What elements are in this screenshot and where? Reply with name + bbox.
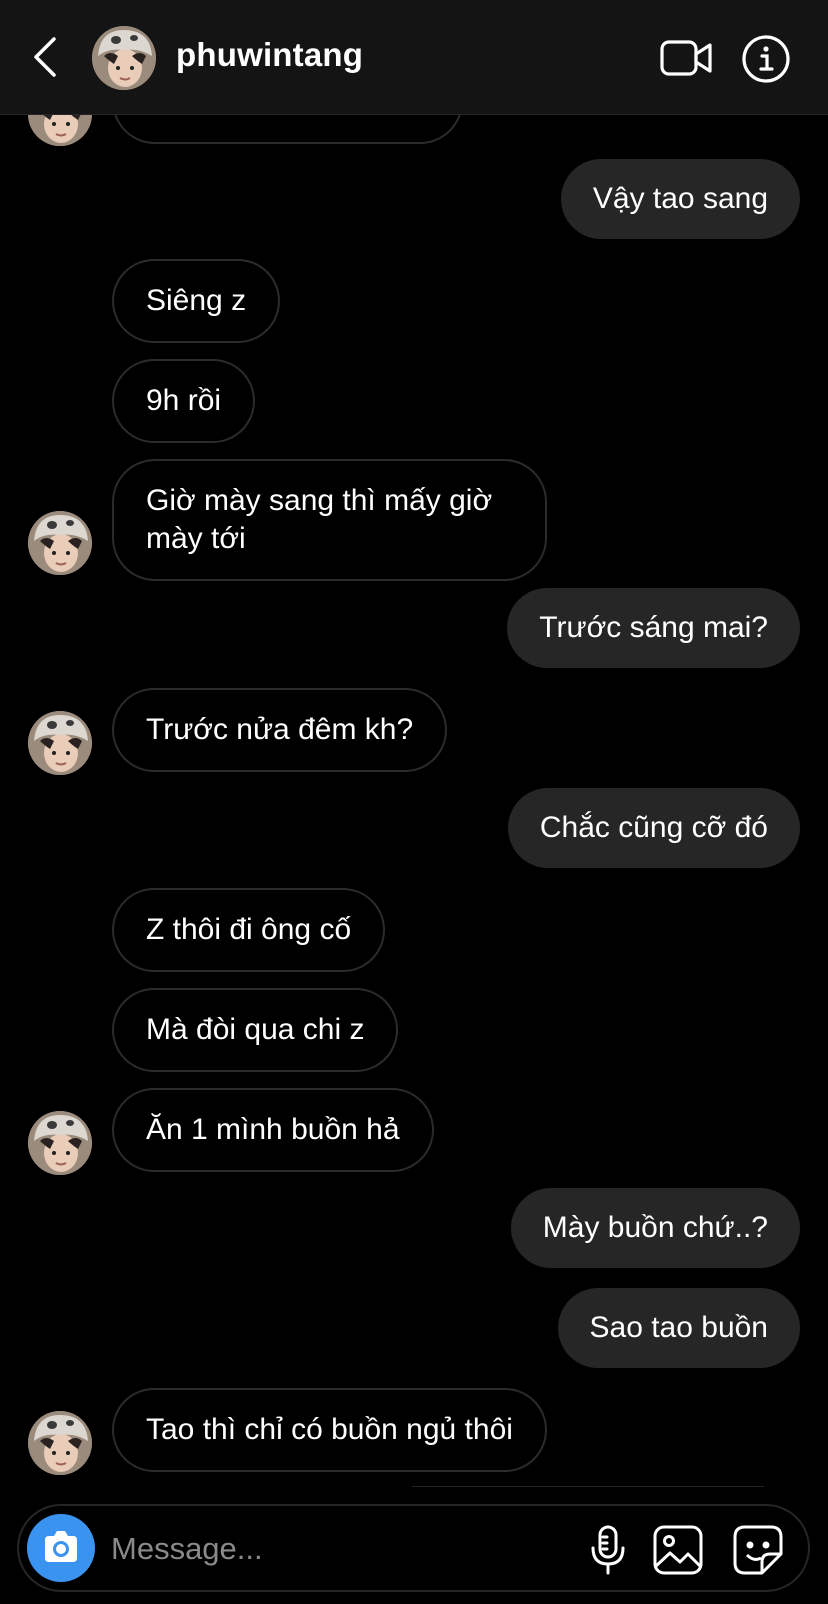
message-input[interactable]	[109, 1520, 553, 1578]
sticker-icon	[733, 1525, 783, 1575]
message-incoming[interactable]	[112, 114, 463, 144]
camera-icon	[45, 1531, 77, 1562]
chevron-left-icon	[34, 37, 56, 77]
message-incoming[interactable]: Tao thì chỉ có buồn ngủ thôi	[112, 1388, 547, 1472]
sender-avatar[interactable]	[28, 511, 92, 575]
sender-avatar[interactable]	[28, 114, 92, 146]
message-incoming[interactable]: 9h rồi	[112, 359, 256, 443]
chat-username[interactable]: phuwintang	[176, 36, 363, 74]
chat-header: phuwintang	[0, 0, 828, 115]
back-button[interactable]	[26, 35, 66, 79]
info-icon	[742, 35, 790, 83]
gallery-button[interactable]	[652, 1524, 704, 1576]
info-button[interactable]	[741, 34, 791, 84]
sender-avatar[interactable]	[28, 711, 92, 775]
sender-avatar[interactable]	[28, 1411, 92, 1475]
profile-avatar[interactable]	[92, 26, 156, 90]
sender-avatar[interactable]	[28, 1111, 92, 1175]
gallery-icon	[653, 1525, 703, 1575]
message-outgoing[interactable]: Mày buồn chứ..?	[510, 1188, 800, 1268]
message-composer	[17, 1504, 810, 1592]
message-incoming[interactable]: Giờ mày sang thì mấy giờ mày tới	[112, 459, 547, 581]
message-outgoing[interactable]: Vậy tao sang	[560, 159, 800, 239]
microphone-button[interactable]	[584, 1524, 632, 1576]
message-incoming[interactable]: Z thôi đi ông cố	[112, 888, 386, 972]
message-incoming[interactable]: Trước nửa đêm kh?	[112, 688, 448, 772]
message-outgoing[interactable]: Chắc cũng cỡ đó	[507, 788, 800, 868]
message-incoming[interactable]: Mà đòi qua chi z	[112, 988, 399, 1072]
sticker-button[interactable]	[732, 1524, 784, 1576]
video-camera-icon	[660, 40, 712, 76]
message-outgoing[interactable]: Trước sáng mai?	[507, 588, 800, 668]
divider	[412, 1486, 764, 1487]
message-thread[interactable]: Vậy tao sang Siêng z 9h rồi Giờ mày sang…	[0, 114, 828, 1500]
video-call-button[interactable]	[660, 36, 714, 80]
camera-button[interactable]	[27, 1514, 95, 1582]
message-incoming[interactable]: Siêng z	[112, 259, 281, 343]
message-incoming[interactable]: Ăn 1 mình buồn hả	[112, 1088, 434, 1172]
microphone-icon	[591, 1525, 625, 1575]
message-outgoing[interactable]: Sao tao buồn	[557, 1288, 800, 1368]
